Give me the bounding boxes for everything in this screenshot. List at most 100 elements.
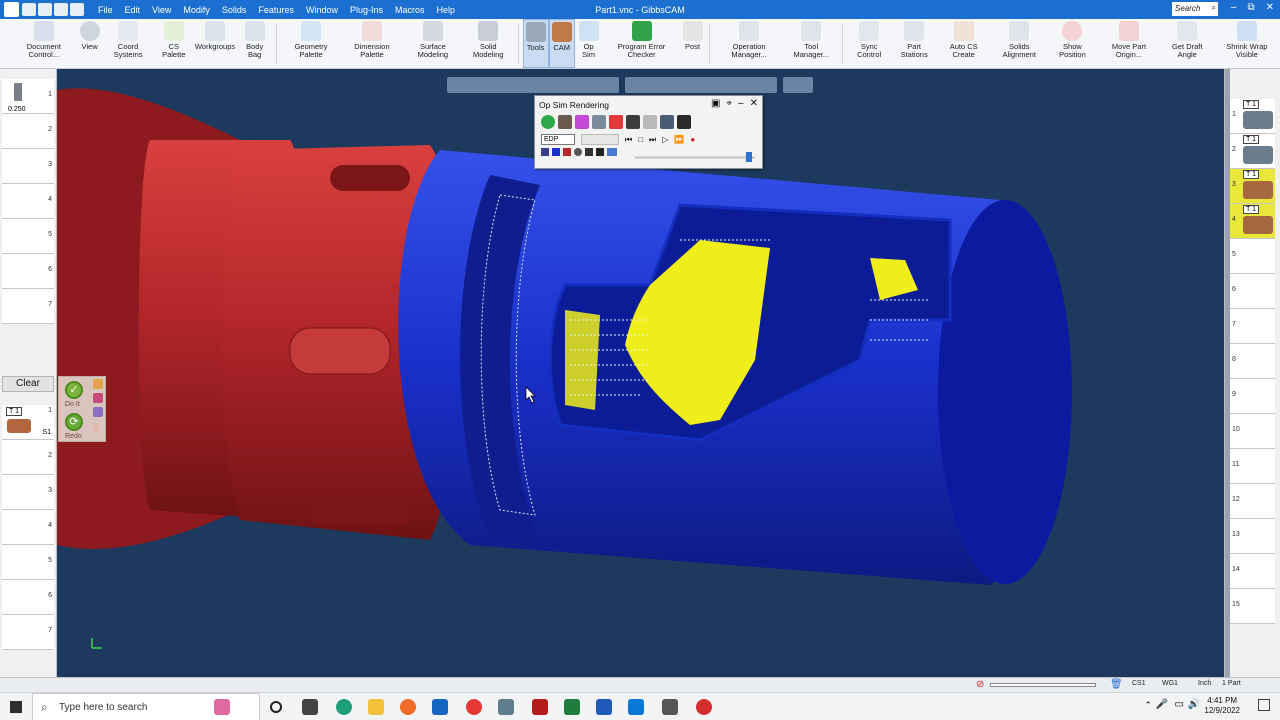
tool-slot[interactable]: 4: [2, 184, 54, 219]
process-slot[interactable]: 6: [2, 580, 54, 615]
solids-alignment-button[interactable]: Solids Alignment: [991, 19, 1048, 68]
compare-icon[interactable]: [660, 115, 674, 129]
calculator-icon[interactable]: [662, 699, 678, 715]
program-error-checker-button[interactable]: Program Error Checker: [603, 19, 681, 68]
auto-cs-create-button[interactable]: Auto CS Create: [937, 19, 991, 68]
operation-slot[interactable]: 2 T 1: [1229, 134, 1275, 169]
process-slot[interactable]: 5: [2, 545, 54, 580]
file-explorer-icon[interactable]: [368, 699, 384, 715]
sync-control-button[interactable]: Sync Control: [847, 19, 892, 68]
show-part-icon[interactable]: [552, 148, 560, 156]
workgroups-button[interactable]: Workgroups: [193, 19, 237, 68]
play-icon[interactable]: ▷: [662, 135, 668, 144]
part-stations-button[interactable]: Part Stations: [892, 19, 937, 68]
menu-macros[interactable]: Macros: [395, 5, 425, 15]
coordinate-system[interactable]: CS1: [1132, 680, 1146, 687]
lock-icon[interactable]: [626, 115, 640, 129]
cs-palette-button[interactable]: CS Palette: [155, 19, 193, 68]
cam-button[interactable]: CAM: [548, 19, 575, 68]
operation-slot[interactable]: 10: [1229, 414, 1275, 449]
do-it-icon[interactable]: ✓: [65, 381, 83, 399]
news-widget-icon[interactable]: [214, 699, 230, 715]
process-slot[interactable]: T 1 S1 1: [2, 405, 54, 440]
stop-icon[interactable]: ⊘: [976, 679, 984, 690]
verify-check-icon[interactable]: [609, 115, 623, 129]
get-draft-angle-button[interactable]: Get Draft Angle: [1161, 19, 1214, 68]
menu-solids[interactable]: Solids: [222, 5, 247, 15]
tool-slot[interactable]: 5: [2, 219, 54, 254]
rewind-icon[interactable]: ⏮: [625, 135, 632, 145]
operation-slot[interactable]: 3 T 1: [1229, 169, 1275, 204]
operation-slot[interactable]: 15: [1229, 589, 1275, 624]
gibbscam-taskbar-icon[interactable]: [628, 699, 644, 715]
firefox-icon[interactable]: [400, 699, 416, 715]
menu-window[interactable]: Window: [306, 5, 338, 15]
geometry-palette-button[interactable]: Geometry Palette: [281, 19, 341, 68]
save-icon[interactable]: [22, 3, 36, 16]
solidworks-icon[interactable]: [532, 699, 548, 715]
trash-icon[interactable]: 🗑: [1110, 679, 1123, 690]
tool-slot[interactable]: 0.250 1: [2, 79, 54, 114]
redo-icon[interactable]: [54, 3, 68, 16]
task-view-icon[interactable]: [302, 699, 318, 715]
operation-slot[interactable]: 7: [1229, 309, 1275, 344]
step-icon[interactable]: ⏭: [649, 135, 656, 145]
show-stock-icon[interactable]: [541, 148, 549, 156]
chrome-icon[interactable]: [466, 699, 482, 715]
dock-icon[interactable]: ▣: [711, 98, 720, 109]
tool-slot[interactable]: 3: [2, 149, 54, 184]
part-count[interactable]: 1 Part: [1222, 680, 1241, 687]
dropdown-icon[interactable]: [70, 3, 84, 16]
tool-slot[interactable]: 7: [2, 289, 54, 324]
record-icon[interactable]: ●: [690, 135, 695, 144]
move-part-origin-button[interactable]: Move Part Origin...: [1097, 19, 1161, 68]
minimize-icon[interactable]: –: [738, 98, 744, 109]
word-icon[interactable]: [596, 699, 612, 715]
operation-slot[interactable]: 9: [1229, 379, 1275, 414]
process-options-icon[interactable]: [93, 407, 103, 417]
close-icon[interactable]: ✕: [1266, 2, 1274, 13]
tools-button[interactable]: Tools: [522, 19, 549, 68]
volume-icon[interactable]: 🔊: [1188, 699, 1200, 710]
snipping-tool-icon[interactable]: [696, 699, 712, 715]
tool-slot[interactable]: 6: [2, 254, 54, 289]
process-slot[interactable]: 4: [2, 510, 54, 545]
render-solid-icon[interactable]: [541, 115, 555, 129]
settings-app-icon[interactable]: [498, 699, 514, 715]
menu-features[interactable]: Features: [258, 5, 294, 15]
operation-slot[interactable]: 1 T 1: [1229, 99, 1275, 134]
operation-slot[interactable]: 4 T 1: [1229, 204, 1275, 239]
show-position-button[interactable]: Show Position: [1048, 19, 1097, 68]
workgroup[interactable]: WG1: [1162, 680, 1178, 687]
process-slot[interactable]: 3: [2, 475, 54, 510]
network-icon[interactable]: ▭: [1175, 699, 1184, 710]
excel-icon[interactable]: [564, 699, 580, 715]
operation-slot[interactable]: 5: [1229, 239, 1275, 274]
speed-icon[interactable]: [607, 148, 617, 156]
menu-modify[interactable]: Modify: [183, 5, 210, 15]
operation-manager-button[interactable]: Operation Manager...: [714, 19, 785, 68]
process-slot[interactable]: 2: [2, 440, 54, 475]
show-tool-icon[interactable]: [574, 148, 582, 156]
outlook-icon[interactable]: [432, 699, 448, 715]
solid-modeling-button[interactable]: Solid Modeling: [463, 19, 514, 68]
windows-start-icon[interactable]: [10, 701, 22, 713]
stop-icon[interactable]: □: [638, 135, 643, 144]
view-button[interactable]: View: [78, 19, 102, 68]
speed-slider-thumb[interactable]: [746, 152, 752, 162]
speed-slider-track[interactable]: [635, 156, 755, 159]
close-icon[interactable]: ✕: [750, 98, 758, 109]
tool-slot[interactable]: 2: [2, 114, 54, 149]
dimension-palette-button[interactable]: Dimension Palette: [341, 19, 403, 68]
restore-icon[interactable]: ⧉: [1247, 2, 1254, 13]
body-bag-button[interactable]: Body Bag: [237, 19, 272, 68]
operation-slot[interactable]: 12: [1229, 484, 1275, 519]
clear-button[interactable]: Clear: [2, 376, 54, 392]
show-tip-icon[interactable]: [596, 148, 604, 156]
render-mode-toolbar[interactable]: [625, 77, 777, 93]
system-clock[interactable]: 4:41 PM 12/9/2022: [1204, 696, 1240, 716]
pin-icon[interactable]: ⌖: [726, 98, 732, 109]
tray-chevron-icon[interactable]: ⌃: [1144, 700, 1152, 711]
menu-plugins[interactable]: Plug-Ins: [350, 5, 383, 15]
operation-slot[interactable]: 8: [1229, 344, 1275, 379]
